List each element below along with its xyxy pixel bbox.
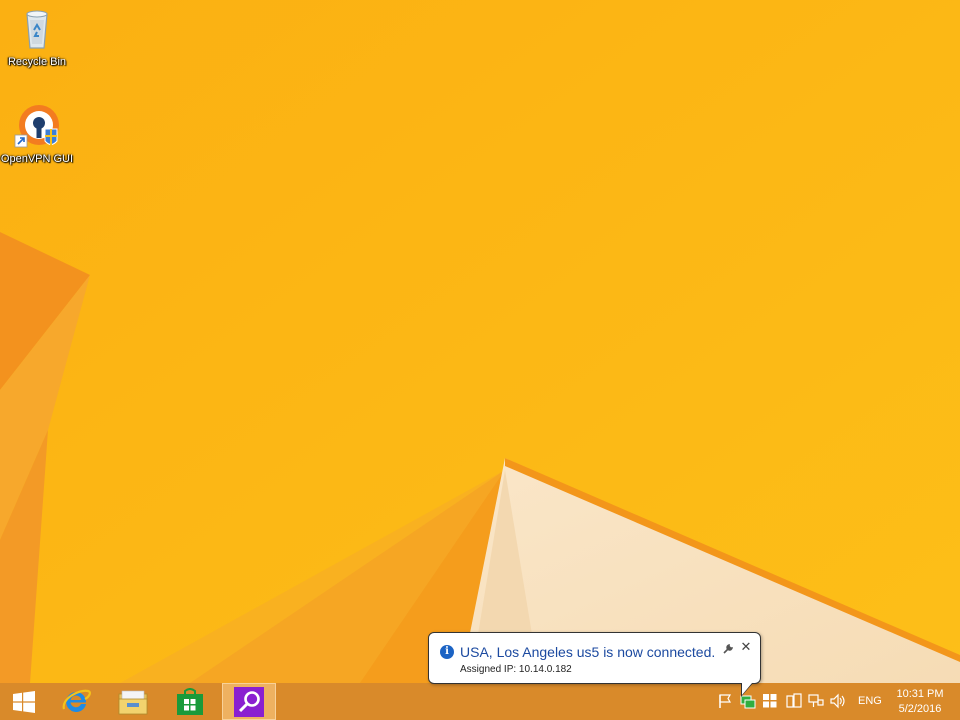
notification-body: Assigned IP: 10.14.0.182 — [460, 664, 572, 675]
vpn-notification-balloon[interactable]: i USA, Los Angeles us5 is now connected.… — [428, 632, 761, 684]
desktop-icon-recycle-bin[interactable]: Recycle Bin — [0, 6, 75, 68]
device-icon[interactable] — [786, 693, 802, 709]
info-icon: i — [440, 645, 454, 659]
clock-time: 10:31 PM — [896, 688, 944, 700]
clock-date: 5/2/2016 — [898, 703, 942, 715]
taskbar: ENG 10:31 PM 5/2/2016 — [0, 683, 960, 720]
desktop-icon-label: OpenVPN GUI — [0, 153, 74, 165]
close-icon[interactable]: ✕ — [739, 640, 753, 654]
wallpaper — [0, 0, 960, 683]
desktop-icon-openvpn-gui[interactable]: OpenVPN GUI — [0, 103, 75, 165]
network-icon[interactable] — [808, 693, 824, 709]
volume-icon[interactable] — [830, 693, 846, 709]
language-indicator[interactable]: ENG — [858, 695, 882, 707]
openvpn-gui-icon — [13, 103, 61, 151]
internet-explorer-button[interactable] — [50, 683, 102, 720]
notification-tail — [742, 683, 752, 695]
clock[interactable]: 10:31 PM 5/2/2016 — [888, 687, 952, 717]
file-explorer-button[interactable] — [107, 683, 159, 720]
store-icon — [177, 687, 203, 715]
start-button[interactable] — [0, 683, 48, 720]
windows-logo-icon — [13, 690, 35, 713]
folder-icon — [118, 690, 148, 714]
magnifier-icon — [234, 686, 264, 717]
store-button[interactable] — [164, 683, 216, 720]
notification-title: USA, Los Angeles us5 is now connected. — [460, 644, 716, 660]
windows-icon[interactable] — [762, 693, 778, 709]
desktop-icon-label: Recycle Bin — [7, 56, 67, 68]
action-center-flag-icon[interactable] — [717, 693, 733, 709]
wrench-icon[interactable] — [722, 642, 734, 654]
internet-explorer-icon — [62, 689, 91, 712]
desktop: Recycle Bin OpenVPN GUI — [0, 0, 960, 683]
recycle-bin-icon — [13, 6, 61, 54]
search-app-button[interactable] — [222, 683, 276, 720]
